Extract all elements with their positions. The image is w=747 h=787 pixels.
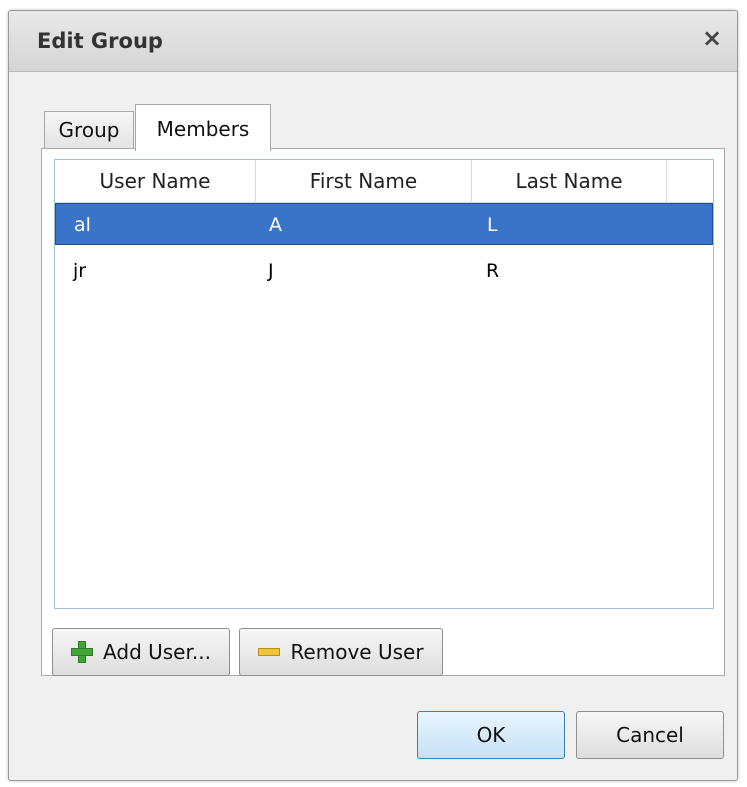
tab-group[interactable]: Group [44,111,134,149]
cell-user-name: al [74,214,91,236]
plus-icon [71,641,94,663]
cancel-button[interactable]: Cancel [576,711,724,759]
close-icon[interactable]: × [699,25,725,51]
ok-button[interactable]: OK [417,711,565,759]
members-panel: User Name First Name Last Name al A L jr… [41,148,725,676]
table-row[interactable]: jr J R [55,250,713,292]
add-user-button[interactable]: Add User... [52,628,230,676]
table-row[interactable]: al A L [55,203,713,245]
add-user-label: Add User... [103,640,211,664]
column-header-user-name[interactable]: User Name [55,160,256,202]
members-table: User Name First Name Last Name al A L jr… [54,159,714,609]
cell-last-name: R [486,260,500,282]
column-header-last-name[interactable]: Last Name [472,160,667,202]
title-bar: Edit Group × [9,11,737,72]
table-header: User Name First Name Last Name [55,160,713,203]
minus-icon [258,648,281,656]
cell-first-name: A [269,214,282,236]
cell-last-name: L [487,214,498,236]
column-header-first-name[interactable]: First Name [256,160,472,202]
remove-user-button[interactable]: Remove User [239,628,443,676]
column-header-filler [667,160,713,202]
cell-first-name: J [268,260,274,282]
tab-members[interactable]: Members [135,104,271,151]
cell-user-name: jr [73,260,87,282]
edit-group-dialog: Edit Group × Group Members User Name Fir… [8,10,738,781]
remove-user-label: Remove User [290,640,424,664]
dialog-title: Edit Group [37,29,163,53]
